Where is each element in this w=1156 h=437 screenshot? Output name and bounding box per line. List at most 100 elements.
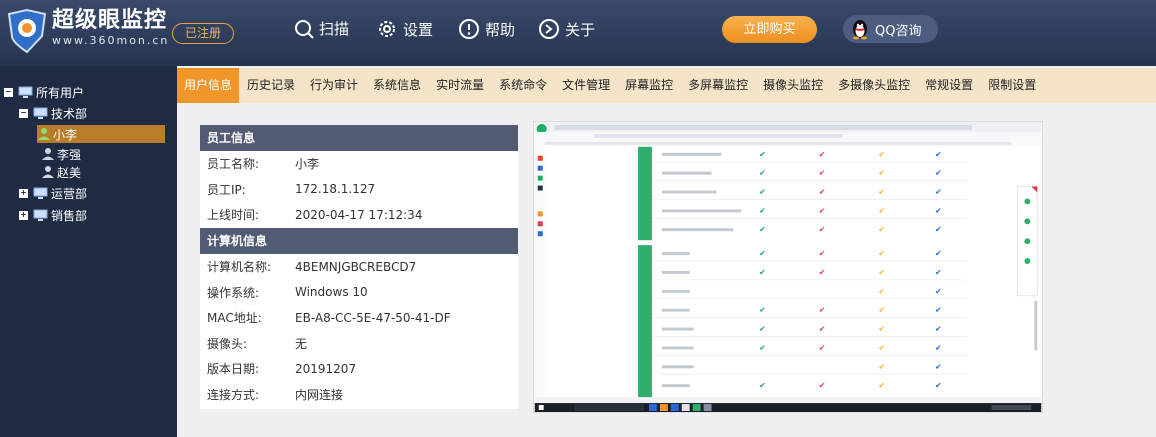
tree-group-operations[interactable]: + 运营部 bbox=[19, 184, 87, 202]
tab-restriction-settings[interactable]: 限制设置 bbox=[981, 68, 1043, 103]
svg-text:✔: ✔ bbox=[878, 287, 885, 296]
svg-text:✔: ✔ bbox=[759, 381, 766, 390]
tab-general-settings[interactable]: 常规设置 bbox=[918, 68, 980, 103]
svg-text:✔: ✔ bbox=[819, 169, 826, 178]
tree-user-xiaoli[interactable]: 小李 bbox=[37, 125, 165, 143]
tree-root-label: 所有用户 bbox=[36, 85, 85, 100]
info-row: 员工IP: 172.18.1.127 bbox=[200, 177, 518, 203]
nav-help-label: 帮助 bbox=[485, 20, 516, 39]
user-tree-sidebar: − 所有用户 − 技术部 小李 李强 赵美 + 运营部 + 销售部 bbox=[0, 66, 177, 437]
tab-system-info[interactable]: 系统信息 bbox=[366, 68, 428, 103]
svg-text:✔: ✔ bbox=[819, 206, 826, 215]
svg-text:✔: ✔ bbox=[759, 343, 766, 352]
info-label: MAC地址: bbox=[207, 311, 262, 326]
info-value: 小李 bbox=[295, 157, 320, 172]
svg-text:✔: ✔ bbox=[935, 381, 942, 390]
info-label: 员工名称: bbox=[207, 157, 260, 172]
tree-root-all-users[interactable]: − 所有用户 bbox=[4, 83, 84, 101]
app-logo-icon bbox=[7, 8, 47, 54]
svg-text:✔: ✔ bbox=[819, 325, 826, 334]
info-row: 连接方式: 内网连接 bbox=[200, 382, 518, 408]
tree-user-label: 李强 bbox=[57, 147, 82, 162]
info-row: MAC地址: EB-A8-CC-5E-47-50-41-DF bbox=[200, 305, 518, 331]
svg-text:✔: ✔ bbox=[935, 343, 942, 352]
brand-title: 超级眼监控 bbox=[52, 8, 168, 33]
info-row: 计算机名称: 4BEMNJGBCREBCD7 bbox=[200, 254, 518, 280]
user-info-panel: 员工信息 员工名称: 小李 员工IP: 172.18.1.127 上线时间: 2020… bbox=[200, 125, 518, 409]
scan-icon bbox=[295, 19, 314, 39]
user-icon bbox=[42, 148, 54, 160]
svg-text:✔: ✔ bbox=[878, 362, 885, 371]
nav-scan[interactable]: 扫描 bbox=[294, 18, 349, 39]
computer-section-title: 计算机信息 bbox=[200, 227, 518, 254]
info-row: 员工名称: 小李 bbox=[200, 151, 518, 177]
info-label: 摄像头: bbox=[207, 336, 248, 351]
info-label: 操作系统: bbox=[207, 285, 260, 300]
info-row: 操作系统: Windows 10 bbox=[200, 279, 518, 305]
nav-about[interactable]: 关于 bbox=[538, 18, 595, 40]
svg-text:✔: ✔ bbox=[819, 268, 826, 277]
svg-text:✔: ✔ bbox=[878, 381, 885, 390]
svg-text:✔: ✔ bbox=[935, 306, 942, 315]
svg-text:✔: ✔ bbox=[819, 249, 826, 258]
svg-text:✔: ✔ bbox=[819, 381, 826, 390]
expand-icon[interactable]: + bbox=[19, 210, 28, 220]
tree-user-zhaomei[interactable]: 赵美 bbox=[41, 163, 81, 181]
svg-text:✔: ✔ bbox=[878, 306, 885, 315]
svg-text:✔: ✔ bbox=[819, 150, 826, 159]
tree-group-sales[interactable]: + 销售部 bbox=[19, 206, 87, 224]
tab-screen-monitor[interactable]: 屏幕监控 bbox=[618, 68, 680, 103]
svg-text:✔: ✔ bbox=[759, 249, 766, 258]
info-row: 上线时间: 2020-04-17 17:12:34 bbox=[200, 202, 518, 228]
svg-text:✔: ✔ bbox=[935, 188, 942, 197]
expand-icon[interactable]: + bbox=[19, 188, 28, 198]
tab-camera-monitor[interactable]: 摄像头监控 bbox=[756, 68, 830, 103]
function-tabs: 用户信息 历史记录 行为审计 系统信息 实时流量 系统命令 文件管理 屏幕监控 … bbox=[177, 68, 1156, 103]
info-value: 172.18.1.127 bbox=[295, 182, 376, 197]
svg-text:✔: ✔ bbox=[759, 206, 766, 215]
qq-consult-button[interactable]: QQ咨询 bbox=[843, 15, 938, 43]
employee-section-title: 员工信息 bbox=[200, 125, 518, 151]
svg-text:✔: ✔ bbox=[819, 225, 826, 234]
computer-group-icon bbox=[33, 107, 48, 119]
computer-group-icon bbox=[18, 86, 33, 98]
app-header: 超级眼监控 www.360mon.cn 已注册 扫描 设置 帮助 关于 立即购买… bbox=[0, 0, 1156, 66]
computer-group-icon bbox=[33, 187, 48, 199]
svg-text:✔: ✔ bbox=[935, 287, 942, 296]
about-icon bbox=[539, 19, 559, 39]
svg-text:✔: ✔ bbox=[935, 325, 942, 334]
svg-text:✔: ✔ bbox=[935, 206, 942, 215]
tab-history[interactable]: 历史记录 bbox=[240, 68, 302, 103]
tab-user-info[interactable]: 用户信息 bbox=[177, 68, 240, 103]
svg-text:✔: ✔ bbox=[878, 225, 885, 234]
svg-text:✔: ✔ bbox=[935, 150, 942, 159]
buy-now-button[interactable]: 立即购买 bbox=[722, 16, 817, 43]
tab-multi-camera-monitor[interactable]: 多摄像头监控 bbox=[831, 68, 917, 103]
svg-text:✔: ✔ bbox=[759, 188, 766, 197]
nav-help[interactable]: 帮助 bbox=[458, 18, 515, 40]
info-value: 内网连接 bbox=[295, 388, 344, 403]
screen-thumbnail[interactable]: ✔ ✔ ✔ ✔ ✔ ✔ ✔ ✔ ✔ ✔ ✔ ✔ ✔ ✔ ✔ ✔ ✔ ✔ ✔ ✔ ✔ ✔ ✔ ✔ ✔ ✔ ✔ ✔ ✔ ✔ ✔ ✔… bbox=[533, 121, 1043, 413]
collapse-icon[interactable]: − bbox=[4, 87, 13, 97]
svg-text:✔: ✔ bbox=[878, 343, 885, 352]
tab-system-command[interactable]: 系统命令 bbox=[492, 68, 554, 103]
info-label: 版本日期: bbox=[207, 362, 260, 377]
svg-text:✔: ✔ bbox=[878, 325, 885, 334]
svg-text:✔: ✔ bbox=[878, 188, 885, 197]
info-value: 4BEMNJGBCREBCD7 bbox=[295, 259, 417, 274]
tree-group-label: 技术部 bbox=[51, 106, 88, 121]
tab-multi-screen-monitor[interactable]: 多屏幕监控 bbox=[681, 68, 755, 103]
tab-realtime-traffic[interactable]: 实时流量 bbox=[429, 68, 491, 103]
svg-text:✔: ✔ bbox=[935, 169, 942, 178]
tree-group-label: 销售部 bbox=[51, 208, 88, 223]
tab-behavior-audit[interactable]: 行为审计 bbox=[303, 68, 365, 103]
brand: 超级眼监控 www.360mon.cn bbox=[52, 8, 169, 48]
info-value: Windows 10 bbox=[295, 285, 368, 300]
nav-settings[interactable]: 设置 bbox=[376, 18, 433, 40]
tree-user-liqiang[interactable]: 李强 bbox=[41, 145, 81, 163]
collapse-icon[interactable]: − bbox=[19, 108, 28, 118]
svg-text:✔: ✔ bbox=[878, 206, 885, 215]
tab-file-manager[interactable]: 文件管理 bbox=[555, 68, 617, 103]
svg-text:✔: ✔ bbox=[935, 249, 942, 258]
tree-group-tech[interactable]: − 技术部 bbox=[19, 104, 87, 122]
